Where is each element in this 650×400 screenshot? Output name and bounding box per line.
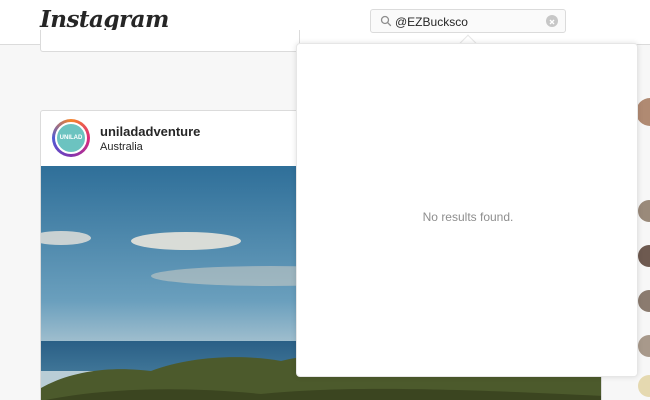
post-location[interactable]: Australia — [100, 141, 143, 153]
stories-strip — [40, 30, 300, 52]
avatar[interactable] — [636, 98, 650, 126]
instagram-logo[interactable]: Instagram — [40, 6, 169, 33]
no-results-message: No results found. — [422, 210, 514, 224]
avatar[interactable] — [638, 290, 650, 312]
avatar[interactable] — [638, 375, 650, 397]
story-ring[interactable]: UNILAD — [52, 119, 90, 157]
avatar[interactable] — [638, 245, 650, 267]
search-box[interactable] — [370, 9, 566, 33]
avatar[interactable] — [638, 200, 650, 222]
post-username[interactable]: uniladadventure — [100, 124, 200, 139]
avatar: UNILAD — [55, 122, 87, 154]
search-input[interactable] — [395, 12, 543, 31]
clear-icon[interactable] — [546, 15, 558, 27]
search-icon — [380, 15, 392, 27]
avatar[interactable] — [638, 335, 650, 357]
search-results-dropdown: No results found. — [296, 43, 638, 377]
